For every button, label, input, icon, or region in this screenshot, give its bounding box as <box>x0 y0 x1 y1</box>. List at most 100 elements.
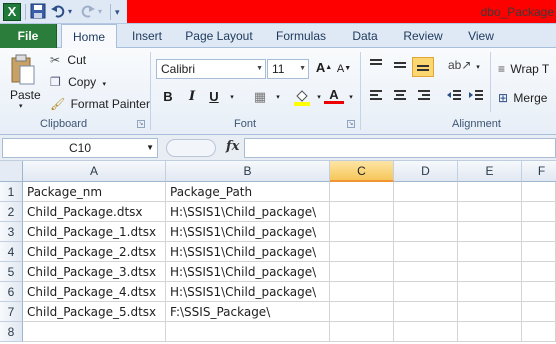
cell[interactable] <box>458 282 522 302</box>
cell[interactable] <box>330 242 394 262</box>
cell-A1[interactable]: Package_nm <box>23 182 166 202</box>
cell[interactable] <box>394 322 458 342</box>
decrease-indent-icon[interactable] <box>444 89 464 107</box>
font-launcher-icon[interactable]: ↘ <box>347 120 355 128</box>
font-name-select[interactable]: Calibri ▼ <box>156 59 266 79</box>
cell-A3[interactable]: Child_Package_1.dtsx <box>23 222 166 242</box>
underline-dropdown-icon[interactable]: ▾ <box>222 90 242 108</box>
increase-indent-icon[interactable] <box>466 89 486 107</box>
row-header[interactable]: 3 <box>0 222 23 242</box>
redo-dropdown-icon[interactable]: ▾ <box>98 3 102 21</box>
underline-button[interactable]: U <box>204 89 224 107</box>
cell-A4[interactable]: Child_Package_2.dtsx <box>23 242 166 262</box>
select-all-button[interactable] <box>0 161 23 182</box>
cell[interactable] <box>330 222 394 242</box>
cell-B8[interactable] <box>166 322 330 342</box>
undo-icon[interactable] <box>50 3 66 21</box>
cell-A5[interactable]: Child_Package_3.dtsx <box>23 262 166 282</box>
borders-icon[interactable]: ▦ <box>250 89 270 107</box>
italic-button[interactable]: I <box>182 89 202 107</box>
tab-home[interactable]: Home <box>61 24 117 49</box>
align-right-icon[interactable] <box>414 89 434 107</box>
copy-dropdown-icon[interactable]: ▾ <box>102 81 106 88</box>
tab-data[interactable]: Data <box>348 24 382 48</box>
cell[interactable] <box>394 242 458 262</box>
cell[interactable] <box>330 282 394 302</box>
formula-input[interactable] <box>244 138 556 158</box>
row-header[interactable]: 8 <box>0 322 23 342</box>
row-header[interactable]: 1 <box>0 182 23 202</box>
grow-font-icon[interactable]: A▲ <box>314 60 334 78</box>
cell[interactable] <box>522 182 556 202</box>
save-icon[interactable] <box>30 3 46 21</box>
align-top-icon[interactable] <box>366 58 386 76</box>
excel-app-icon[interactable]: X <box>3 3 21 21</box>
undo-dropdown-icon[interactable]: ▾ <box>68 3 72 21</box>
cell[interactable] <box>394 262 458 282</box>
borders-dropdown-icon[interactable]: ▾ <box>268 90 288 108</box>
clipboard-launcher-icon[interactable]: ↘ <box>137 120 145 128</box>
tab-page-layout[interactable]: Page Layout <box>182 24 256 48</box>
tab-insert[interactable]: Insert <box>126 24 168 48</box>
cell-B3[interactable]: H:\SSIS1\Child_package\ <box>166 222 330 242</box>
cell[interactable] <box>394 282 458 302</box>
column-header-selected[interactable]: C <box>330 161 394 182</box>
cell[interactable] <box>394 302 458 322</box>
merge-center-button[interactable]: ⊞ Merge <box>498 91 547 105</box>
cell[interactable] <box>330 322 394 342</box>
cut-button[interactable]: ✂ Cut <box>50 53 86 67</box>
cell[interactable] <box>522 282 556 302</box>
wrap-text-button[interactable]: ≡ Wrap T <box>498 62 549 76</box>
customize-toolbar-icon[interactable]: ▾ <box>115 3 120 21</box>
name-box[interactable]: C10 ▼ <box>2 138 158 158</box>
formula-bar-resize-handle[interactable] <box>166 139 216 157</box>
cell-B5[interactable]: H:\SSIS1\Child_package\ <box>166 262 330 282</box>
cell[interactable] <box>458 242 522 262</box>
insert-function-icon[interactable]: fx <box>226 139 239 154</box>
font-color-dropdown-icon[interactable]: ▾ <box>341 90 361 108</box>
cell[interactable] <box>394 222 458 242</box>
cell[interactable] <box>330 182 394 202</box>
row-header[interactable]: 4 <box>0 242 23 262</box>
cell-B1[interactable]: Package_Path <box>166 182 330 202</box>
column-header[interactable]: B <box>166 161 330 182</box>
align-left-icon[interactable] <box>366 89 386 107</box>
cell[interactable] <box>458 222 522 242</box>
tab-review[interactable]: Review <box>400 24 446 48</box>
cell[interactable] <box>458 182 522 202</box>
tab-formulas[interactable]: Formulas <box>272 24 330 48</box>
cell-A8[interactable] <box>23 322 166 342</box>
cell-B4[interactable]: H:\SSIS1\Child_package\ <box>166 242 330 262</box>
tab-view[interactable]: View <box>462 24 500 48</box>
align-center-icon[interactable] <box>390 89 410 107</box>
cell-A2[interactable]: Child_Package.dtsx <box>23 202 166 222</box>
cell[interactable] <box>458 262 522 282</box>
cell[interactable] <box>458 202 522 222</box>
row-header[interactable]: 6 <box>0 282 23 302</box>
shrink-font-icon[interactable]: A▼ <box>334 61 354 79</box>
cell[interactable] <box>394 202 458 222</box>
orientation-icon[interactable]: ab↗ <box>448 57 471 75</box>
paste-dropdown-icon[interactable]: ▾ <box>19 102 23 110</box>
row-header[interactable]: 2 <box>0 202 23 222</box>
cell-A7[interactable]: Child_Package_5.dtsx <box>23 302 166 322</box>
cell[interactable] <box>522 202 556 222</box>
chevron-down-icon[interactable]: ▼ <box>146 139 154 157</box>
align-bottom-icon[interactable] <box>412 57 434 77</box>
cell[interactable] <box>458 302 522 322</box>
column-header[interactable]: D <box>394 161 458 182</box>
cell-A6[interactable]: Child_Package_4.dtsx <box>23 282 166 302</box>
redo-icon[interactable] <box>80 3 96 21</box>
cell-B7[interactable]: F:\SSIS_Package\ <box>166 302 330 322</box>
column-header[interactable]: A <box>23 161 166 182</box>
cell[interactable] <box>330 262 394 282</box>
cell[interactable] <box>458 322 522 342</box>
align-middle-icon[interactable] <box>390 58 410 76</box>
cell[interactable] <box>522 322 556 342</box>
orientation-dropdown-icon[interactable]: ▾ <box>468 60 488 78</box>
row-header[interactable]: 5 <box>0 262 23 282</box>
cell[interactable] <box>522 242 556 262</box>
cell-B2[interactable]: H:\SSIS1\Child_package\ <box>166 202 330 222</box>
row-header[interactable]: 7 <box>0 302 23 322</box>
copy-button[interactable]: ❐ Copy ▾ <box>50 75 106 89</box>
